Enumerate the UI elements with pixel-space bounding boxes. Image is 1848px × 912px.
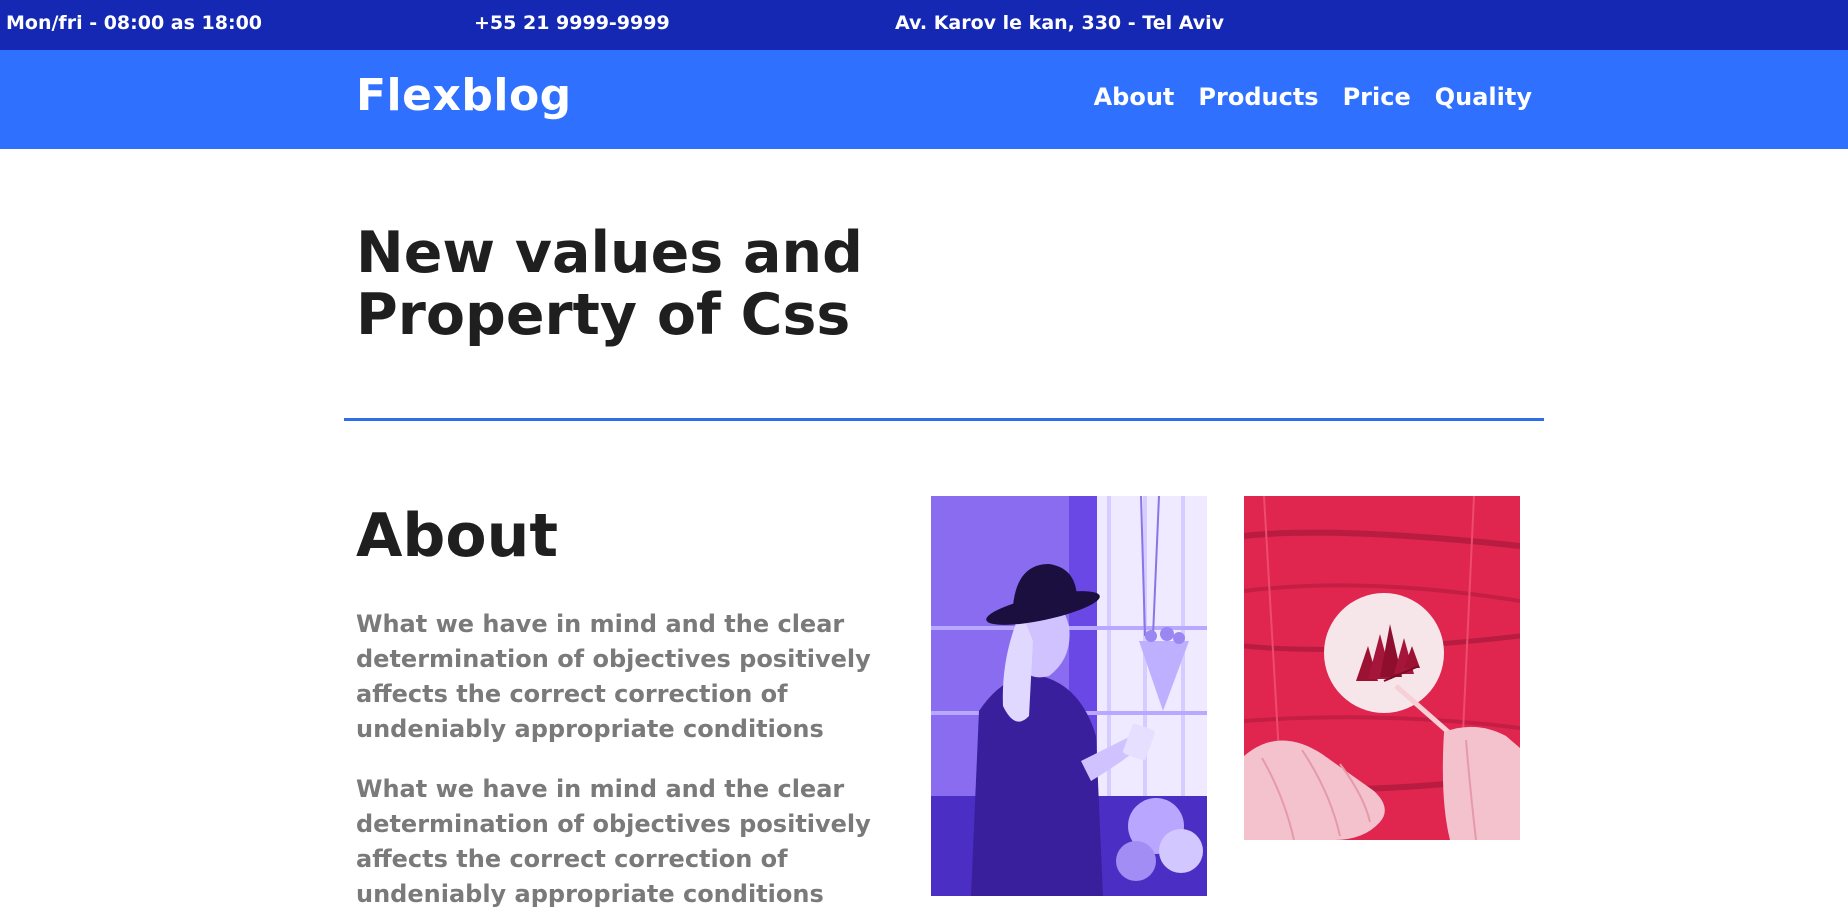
section-divider <box>344 418 1544 421</box>
nav-products-link[interactable]: Products <box>1198 83 1318 111</box>
top-info-bar: Mon/fri - 08:00 as 18:00 +55 21 9999-999… <box>0 0 1848 50</box>
opening-hours: Mon/fri - 08:00 as 18:00 <box>6 12 263 34</box>
painting-hands-photo <box>1244 496 1520 840</box>
hero-title: New values and Property of Css <box>356 222 916 346</box>
nav-price-link[interactable]: Price <box>1343 83 1411 111</box>
about-heading: About <box>356 501 559 571</box>
main-nav: About Products Price Quality <box>1094 83 1532 111</box>
woman-in-hat-photo <box>931 496 1207 896</box>
hero-title-line-1: New values and <box>356 220 863 286</box>
hero-title-line-2: Property of Css <box>356 282 851 348</box>
nav-quality-link[interactable]: Quality <box>1435 83 1532 111</box>
about-paragraph: What we have in mind and the clear deter… <box>356 775 871 908</box>
main-header: Flexblog About Products Price Quality <box>0 50 1848 149</box>
address: Av. Karov le kan, 330 - Tel Aviv <box>895 12 1225 34</box>
phone-number: +55 21 9999-9999 <box>474 12 670 34</box>
nav-about-link[interactable]: About <box>1094 83 1175 111</box>
about-paragraph: What we have in mind and the clear deter… <box>356 610 871 743</box>
site-logo[interactable]: Flexblog <box>356 70 572 121</box>
